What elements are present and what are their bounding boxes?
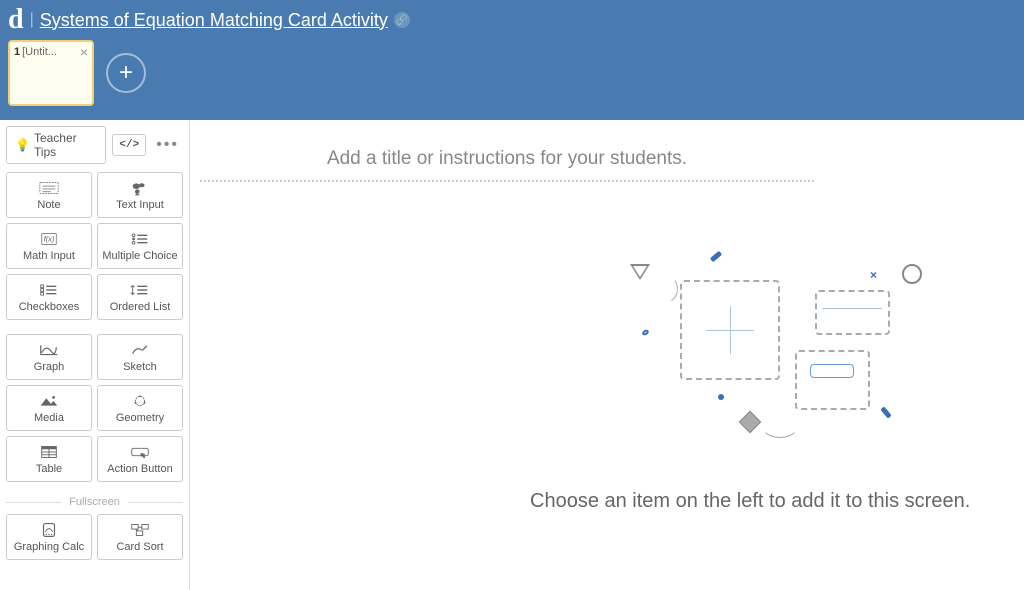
close-icon[interactable]: × [80,44,88,60]
component-label: Geometry [116,412,164,424]
component-math-input[interactable]: f(x) Math Input [6,223,92,269]
component-graphing-calc[interactable]: Graphing Calc [6,514,92,560]
component-card-sort[interactable]: Card Sort [97,514,183,560]
sketch-icon [129,341,151,359]
multiple-choice-icon [129,230,151,248]
component-label: Checkboxes [19,301,80,313]
slide-number: 1 [14,46,20,58]
canvas-area: Add a title or instructions for your stu… [190,120,1024,590]
component-ordered-list[interactable]: Ordered List [97,274,183,320]
action-button-icon [129,443,151,461]
component-label: Table [36,463,62,475]
code-button[interactable]: </> [112,134,146,156]
geometry-icon [129,392,151,410]
component-label: Card Sort [116,541,163,553]
svg-text:f(x): f(x) [44,235,55,244]
empty-state-instruction: Choose an item on the left to add it to … [530,490,970,513]
title-input-placeholder[interactable]: Add a title or instructions for your stu… [200,140,814,180]
component-sidebar: 💡 Teacher Tips </> ••• Note Text Input f… [0,120,190,590]
teacher-tips-label: Teacher Tips [34,131,97,159]
component-action-button[interactable]: Action Button [97,436,183,482]
component-label: Graph [34,361,65,373]
component-note[interactable]: Note [6,172,92,218]
app-header: d | Systems of Equation Matching Card Ac… [0,0,1024,120]
empty-state-illustration: × [630,260,1024,460]
component-text-input[interactable]: Text Input [97,172,183,218]
component-label: Ordered List [110,301,171,313]
component-label: Action Button [107,463,172,475]
activity-title[interactable]: Systems of Equation Matching Card Activi… [40,10,388,31]
ordered-list-icon [129,281,151,299]
slide-name: [Untit... [22,46,57,58]
component-label: Graphing Calc [14,541,84,553]
component-label: Multiple Choice [102,250,177,262]
component-checkboxes[interactable]: Checkboxes [6,274,92,320]
divider: | [30,11,34,29]
text-input-icon [129,179,151,197]
app-logo: d [8,6,24,34]
component-multiple-choice[interactable]: Multiple Choice [97,223,183,269]
card-sort-icon [129,521,151,539]
component-label: Text Input [116,199,164,211]
slide-thumbnail-1[interactable]: 1[Untit... × [8,40,94,106]
component-label: Note [37,199,60,211]
note-icon [38,179,60,197]
checkboxes-icon [38,281,60,299]
table-icon [38,443,60,461]
math-input-icon: f(x) [38,230,60,248]
component-label: Math Input [23,250,75,262]
component-geometry[interactable]: Geometry [97,385,183,431]
graphing-calc-icon [38,521,60,539]
teacher-tips-button[interactable]: 💡 Teacher Tips [6,126,106,164]
more-icon[interactable]: ••• [152,136,183,154]
component-label: Sketch [123,361,157,373]
component-table[interactable]: Table [6,436,92,482]
media-icon [38,392,60,410]
add-slide-button[interactable]: + [106,53,146,93]
slides-row: 1[Untit... × + [8,40,1016,106]
component-sketch[interactable]: Sketch [97,334,183,380]
link-icon[interactable]: 🔗 [394,12,410,28]
component-graph[interactable]: Graph [6,334,92,380]
component-label: Media [34,412,64,424]
graph-icon [38,341,60,359]
fullscreen-section-label: Fullscreen [6,496,183,508]
lightbulb-icon: 💡 [15,138,30,152]
component-media[interactable]: Media [6,385,92,431]
